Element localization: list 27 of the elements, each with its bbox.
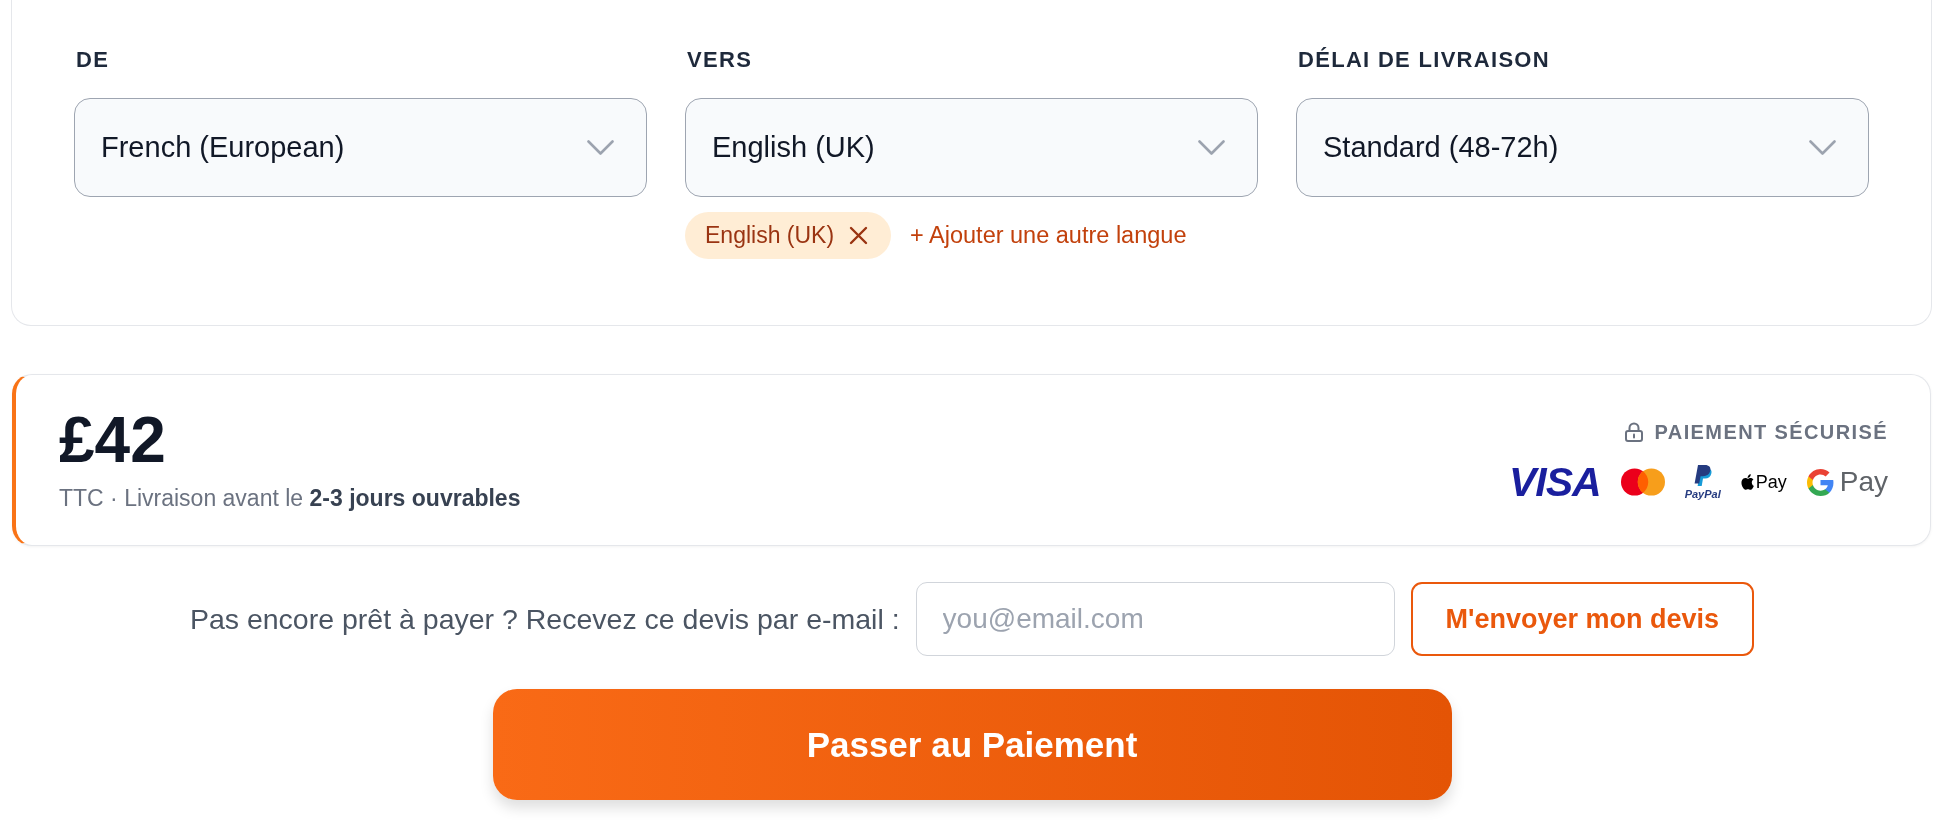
price-amount: £42 [59,408,167,472]
select-dropdown[interactable]: Standard (48-72h) [1296,98,1869,197]
overlapping-circles-icon [1620,468,1665,496]
field-label: DE [76,46,111,73]
select-dropdown[interactable]: English (UK) [685,98,1258,197]
chevron-down-icon [587,140,614,155]
delivery-note: TTC · Livraison avant le 2-3 jours ouvrables [59,484,521,512]
add-language-link[interactable]: + Ajouter une autre langue [910,222,1187,248]
language-name: English (UK) [705,222,835,249]
secure-payment-label: PAIEMENT SÉCURISÉ [1654,420,1888,444]
close-icon[interactable] [849,226,869,245]
field-label: DÉLAI DE LIVRAISON [1298,46,1551,73]
email-prompt: Pas encore prêt à payer ? Recevez ce devis par e-mail : [189,602,900,636]
visa-logo: VISA [1508,461,1601,503]
field-label: VERS [687,46,754,73]
p-logo-icon [1693,464,1713,487]
chevron-down-icon [1809,140,1836,155]
select-dropdown[interactable]: French (European) [74,98,647,197]
chevron-down-icon [1198,140,1225,155]
lock-icon [1624,422,1643,442]
pay-wordmark: Pay [1755,473,1787,491]
g-logo-icon [1806,468,1834,496]
apple-icon [1740,474,1754,490]
pay-wordmark: Pay [1839,468,1888,496]
paypal-wordmark: PayPal [1684,487,1721,500]
send-quote-button[interactable]: M'envoyer mon devis [1410,582,1755,656]
email-field[interactable]: you@email.com [915,582,1395,656]
